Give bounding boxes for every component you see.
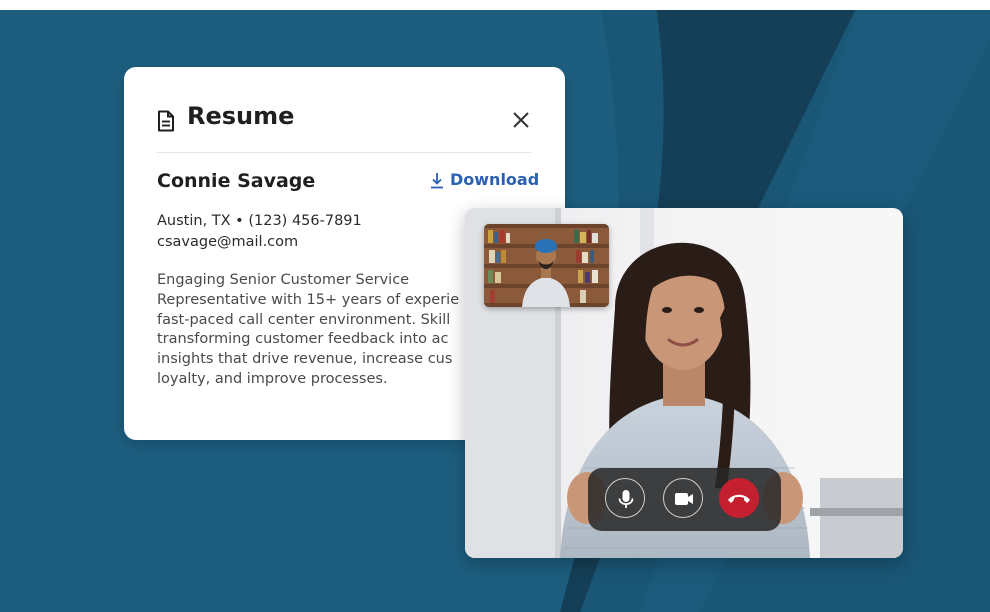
close-icon[interactable] bbox=[510, 109, 532, 131]
divider bbox=[157, 152, 532, 153]
phone-hangup-icon bbox=[728, 494, 750, 503]
self-view-image bbox=[484, 224, 609, 307]
contact-location-phone: Austin, TX • (123) 456-7891 bbox=[157, 213, 362, 229]
download-label: Download bbox=[450, 170, 540, 189]
toggle-camera-button[interactable] bbox=[663, 478, 703, 518]
download-link[interactable]: Download bbox=[430, 170, 539, 189]
resume-title: Resume bbox=[187, 102, 295, 130]
end-call-button[interactable] bbox=[719, 478, 759, 518]
document-icon bbox=[158, 110, 174, 132]
call-controls-bar bbox=[588, 468, 781, 531]
candidate-name: Connie Savage bbox=[157, 170, 316, 192]
microphone-icon bbox=[618, 490, 634, 508]
video-camera-icon bbox=[675, 493, 693, 505]
download-icon bbox=[431, 172, 443, 188]
resume-header: Resume bbox=[157, 102, 532, 133]
contact-email: csavage@mail.com bbox=[157, 234, 299, 250]
self-view-video[interactable] bbox=[484, 224, 609, 307]
mute-microphone-button[interactable] bbox=[605, 478, 645, 518]
